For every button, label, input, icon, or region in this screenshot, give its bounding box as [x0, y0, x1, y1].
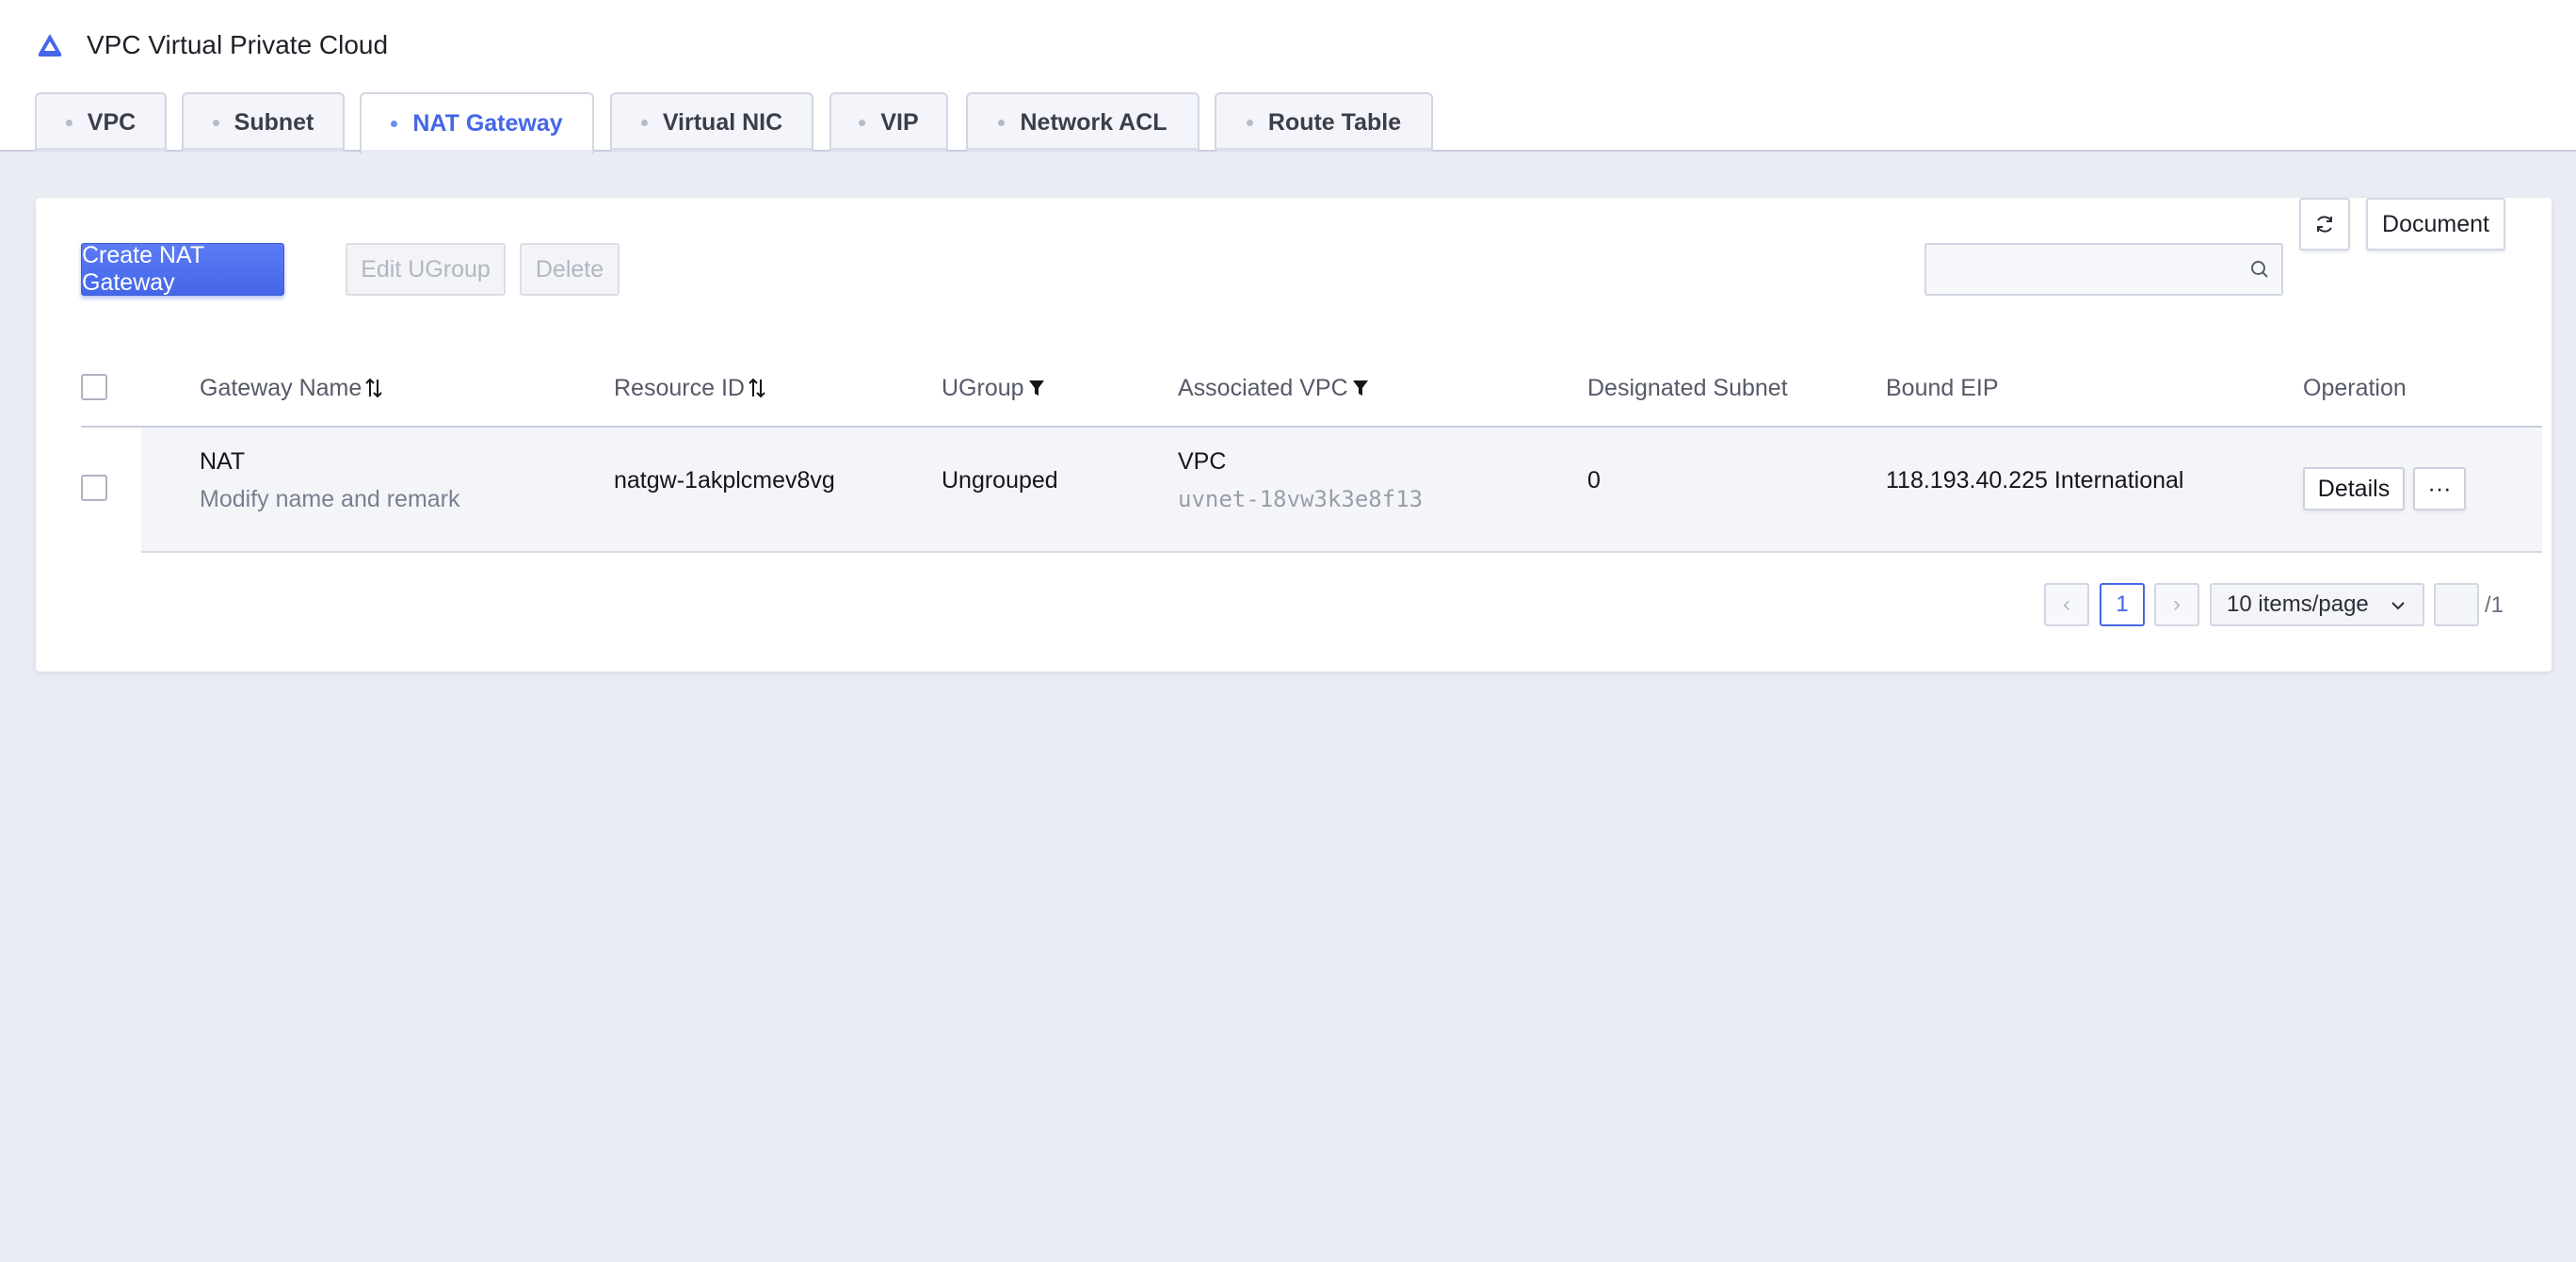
column-designated-subnet: Designated Subnet: [1587, 348, 1788, 428]
page-size-select[interactable]: 10 items/page: [2210, 583, 2424, 626]
filter-icon[interactable]: [1352, 379, 1369, 397]
nat-gateway-panel: Create NAT Gateway Edit UGroup Delete Do…: [36, 198, 2552, 671]
tab-dot: [65, 120, 72, 126]
next-page-button[interactable]: ›: [2154, 583, 2199, 626]
column-bound-eip: Bound EIP: [1886, 348, 1999, 428]
page-title: VPC Virtual Private Cloud: [87, 30, 389, 59]
tab-dot: [859, 120, 866, 126]
prev-page-button[interactable]: ‹: [2044, 583, 2089, 626]
ugroup-value: Ungrouped: [942, 467, 1058, 493]
row-checkbox[interactable]: [81, 475, 107, 501]
column-resource-id[interactable]: Resource ID: [614, 348, 765, 428]
tab-label: Virtual NIC: [662, 109, 783, 136]
column-label: Associated VPC: [1178, 374, 1348, 401]
tab-subnet[interactable]: Subnet: [182, 92, 345, 152]
edit-ugroup-button[interactable]: Edit UGroup: [346, 243, 506, 296]
table-row: NAT Modify name and remark natgw-1akplcm…: [141, 428, 2542, 553]
tab-label: Subnet: [233, 109, 314, 136]
details-button[interactable]: Details: [2303, 467, 2405, 510]
column-label: Operation: [2303, 374, 2407, 401]
vpc-name: VPC: [1178, 448, 1227, 475]
sort-icon[interactable]: [365, 378, 383, 398]
document-button[interactable]: Document: [2366, 198, 2505, 251]
tab-vip[interactable]: VIP: [829, 92, 948, 152]
column-label: Gateway Name: [200, 374, 362, 401]
tab-network-acl[interactable]: Network ACL: [966, 92, 1199, 152]
tab-label: VIP: [880, 109, 919, 136]
tab-route-table[interactable]: Route Table: [1215, 92, 1433, 152]
tab-vpc[interactable]: VPC: [35, 92, 167, 152]
page-jump-input[interactable]: [2434, 583, 2479, 626]
column-gateway-name[interactable]: Gateway Name: [200, 348, 383, 428]
vpc-logo-icon: [38, 34, 62, 57]
vpc-id-link[interactable]: uvnet-18vw3k3e8f13: [1178, 484, 1423, 514]
select-all-checkbox[interactable]: [81, 374, 107, 400]
column-label: Resource ID: [614, 374, 745, 401]
tab-label: Network ACL: [1020, 109, 1167, 136]
tab-nat-gateway[interactable]: NAT Gateway: [360, 92, 594, 154]
search-field[interactable]: [1924, 243, 2283, 296]
modify-name-remark-link[interactable]: Modify name and remark: [200, 484, 460, 514]
tab-label: Route Table: [1267, 109, 1402, 136]
tab-label: NAT Gateway: [412, 110, 563, 137]
search-icon[interactable]: [2249, 259, 2270, 280]
column-associated-vpc[interactable]: Associated VPC: [1178, 348, 1369, 428]
refresh-icon: [2317, 216, 2332, 233]
total-pages: /1: [2485, 592, 2504, 618]
tab-dot: [1246, 120, 1253, 126]
column-ugroup[interactable]: UGroup: [942, 348, 1045, 428]
sort-icon[interactable]: [749, 378, 765, 398]
column-label: UGroup: [942, 374, 1024, 401]
tab-virtual-nic[interactable]: Virtual NIC: [610, 92, 813, 152]
column-label: Designated Subnet: [1587, 374, 1788, 401]
tab-dot: [212, 120, 219, 126]
tab-dot: [391, 121, 398, 127]
tab-dot: [640, 120, 648, 126]
gateway-name[interactable]: NAT: [200, 446, 245, 477]
tab-dot: [998, 120, 1006, 126]
page-header: VPC Virtual Private Cloud VPC Subnet NAT…: [0, 0, 2576, 154]
delete-button[interactable]: Delete: [520, 243, 620, 296]
column-label: Bound EIP: [1886, 374, 1999, 401]
refresh-button[interactable]: [2299, 198, 2350, 251]
more-actions-button[interactable]: ···: [2413, 467, 2466, 510]
filter-icon[interactable]: [1028, 379, 1045, 397]
resource-id: natgw-1akplcmev8vg: [614, 467, 835, 493]
designated-subnet-value: 0: [1587, 467, 1601, 493]
search-input[interactable]: [1926, 245, 2237, 294]
create-nat-gateway-button[interactable]: Create NAT Gateway: [81, 242, 284, 296]
bound-eip-value: 118.193.40.225 International: [1886, 467, 2184, 493]
column-operation: Operation: [2303, 348, 2407, 428]
table-header: Gateway Name Resource ID UGroup Associat…: [81, 348, 2542, 428]
chevron-down-icon: [2391, 602, 2405, 610]
tab-label: VPC: [87, 109, 137, 136]
page-size-value: 10 items/page: [2227, 591, 2369, 617]
page-1-button[interactable]: 1: [2100, 583, 2145, 626]
